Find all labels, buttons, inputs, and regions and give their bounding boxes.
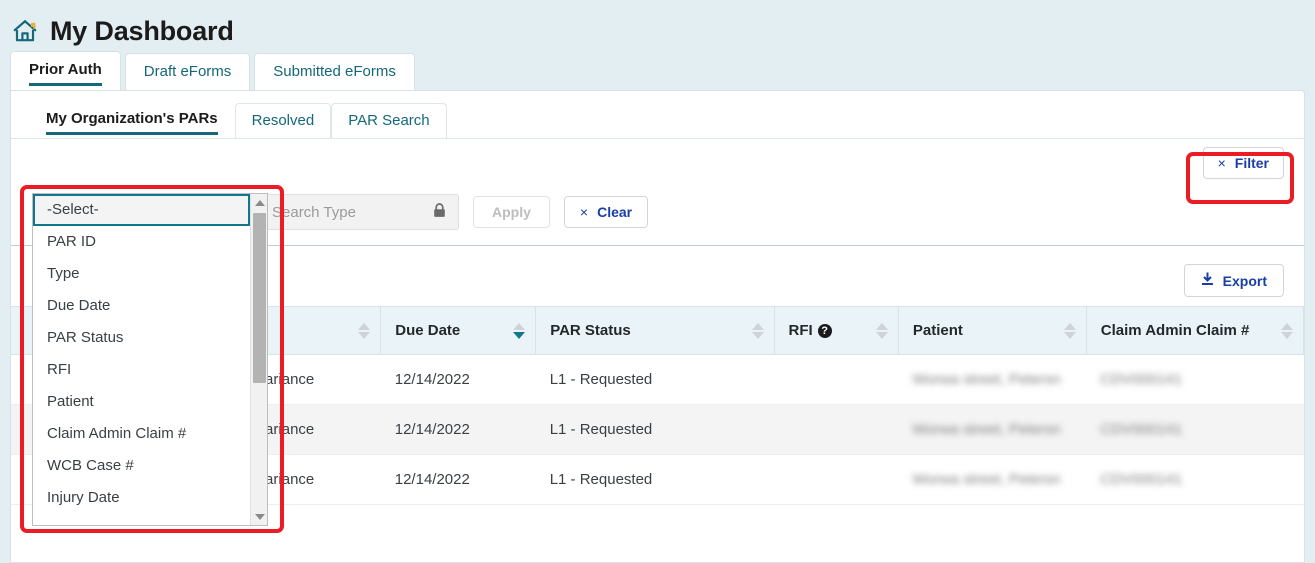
cell-par-status: L1 - Requested (535, 454, 774, 505)
column-header-patient[interactable]: Patient (898, 306, 1087, 355)
tab-label: Draft eForms (143, 63, 232, 80)
cell-patient: Worwa street, Petersn (898, 404, 1087, 455)
export-button[interactable]: Export (1183, 264, 1284, 297)
column-label: PAR Status (550, 322, 631, 339)
cell-patient: Worwa street, Petersn (898, 354, 1087, 405)
dropdown-option-due-date[interactable]: Due Date (33, 290, 250, 322)
cell-rfi (774, 404, 899, 455)
cell-rfi (774, 454, 899, 505)
top-tab-bar: Prior Auth Draft eForms Submitted eForms (0, 51, 1315, 90)
sort-toggle[interactable] (751, 322, 764, 339)
page-title: My Dashboard (50, 15, 234, 46)
dropdown-option-par-id[interactable]: PAR ID (33, 226, 250, 258)
dropdown-scrollbar[interactable] (250, 194, 267, 525)
column-label: RFI (788, 322, 813, 339)
filter-button[interactable]: × Filter (1202, 147, 1284, 179)
cell-claim-admin-claim: CDV000141 (1086, 454, 1304, 505)
tab-label: Prior Auth (29, 61, 102, 78)
scrollbar-thumb[interactable] (253, 213, 266, 383)
column-header-par-status[interactable]: PAR Status (535, 306, 775, 355)
clear-button[interactable]: × Clear (563, 196, 649, 228)
help-icon[interactable]: ? (817, 324, 832, 338)
filter-button-label: Filter (1234, 155, 1269, 171)
lock-icon (433, 202, 446, 222)
cell-due-date: 12/14/2022 (380, 404, 536, 455)
sort-toggle[interactable] (1281, 322, 1293, 339)
cell-par-status: L1 - Requested (535, 404, 774, 455)
tab-prior-auth[interactable]: Prior Auth (10, 51, 121, 90)
dropdown-option-injury-date[interactable]: Injury Date (33, 482, 250, 514)
filter-row: × Filter (11, 139, 1304, 183)
dropdown-option-claim-admin-claim[interactable]: Claim Admin Claim # (33, 418, 250, 450)
sub-tab-resolved[interactable]: Resolved (234, 103, 332, 138)
tab-label: Submitted eForms (273, 63, 396, 80)
tab-submitted-eforms[interactable]: Submitted eForms (254, 53, 415, 90)
sort-toggle[interactable] (1063, 322, 1076, 339)
cell-claim-admin-claim: CDV000141 (1086, 354, 1304, 405)
page-header: My Dashboard (0, 0, 1315, 52)
sub-tab-my-organizations-pars[interactable]: My Organization's PARs (29, 101, 235, 138)
cell-patient: Worwa street, Petersn (898, 454, 1087, 505)
close-icon: × (1217, 155, 1226, 171)
cell-due-date: 12/14/2022 (380, 454, 536, 505)
search-field-dropdown-list[interactable]: -Select- PAR ID Type Due Date PAR Status… (32, 193, 268, 526)
column-label: Claim Admin Claim # (1100, 322, 1250, 339)
apply-button[interactable]: Apply (473, 196, 550, 228)
scroll-up-icon[interactable] (251, 194, 268, 211)
column-label: Due Date (395, 322, 461, 339)
dropdown-option-wcb-case[interactable]: WCB Case # (33, 450, 250, 482)
close-icon: × (579, 204, 589, 220)
download-icon (1201, 272, 1214, 289)
sub-tab-label: Resolved (251, 112, 315, 129)
sub-tab-bar: My Organization's PARs Resolved PAR Sear… (11, 91, 1304, 139)
column-header-claim-admin-claim[interactable]: Claim Admin Claim # (1086, 306, 1305, 355)
cell-claim-admin-claim: CDV000141 (1086, 404, 1304, 455)
scroll-down-icon[interactable] (251, 508, 268, 525)
dropdown-option-par-status[interactable]: PAR Status (33, 322, 250, 354)
export-button-label: Export (1222, 272, 1267, 289)
home-icon[interactable] (12, 18, 50, 44)
dropdown-option-rfi[interactable]: RFI (33, 354, 250, 386)
column-header-rfi[interactable]: RFI? (774, 306, 899, 355)
sub-tab-label: My Organization's PARs (46, 110, 218, 127)
search-type-placeholder: Search Type (272, 203, 356, 221)
column-header-due-date[interactable]: Due Date (380, 306, 537, 355)
cell-rfi (774, 354, 899, 405)
cell-par-status: L1 - Requested (535, 354, 774, 405)
sort-toggle[interactable] (358, 322, 371, 339)
dropdown-option-patient[interactable]: Patient (33, 386, 250, 418)
sub-tab-label: PAR Search (348, 112, 430, 129)
sub-tab-par-search[interactable]: PAR Search (331, 103, 447, 138)
cell-due-date: 12/14/2022 (380, 354, 536, 405)
dropdown-option-select[interactable]: -Select- (33, 194, 250, 226)
dropdown-option-type[interactable]: Type (33, 258, 250, 290)
sort-toggle[interactable] (875, 322, 888, 339)
sort-toggle[interactable] (513, 322, 526, 339)
dropdown-options: -Select- PAR ID Type Due Date PAR Status… (33, 194, 250, 525)
clear-button-label: Clear (597, 204, 633, 220)
search-type-input: Search Type (259, 194, 459, 230)
column-label: Patient (912, 322, 963, 339)
tab-draft-eforms[interactable]: Draft eForms (124, 53, 251, 90)
